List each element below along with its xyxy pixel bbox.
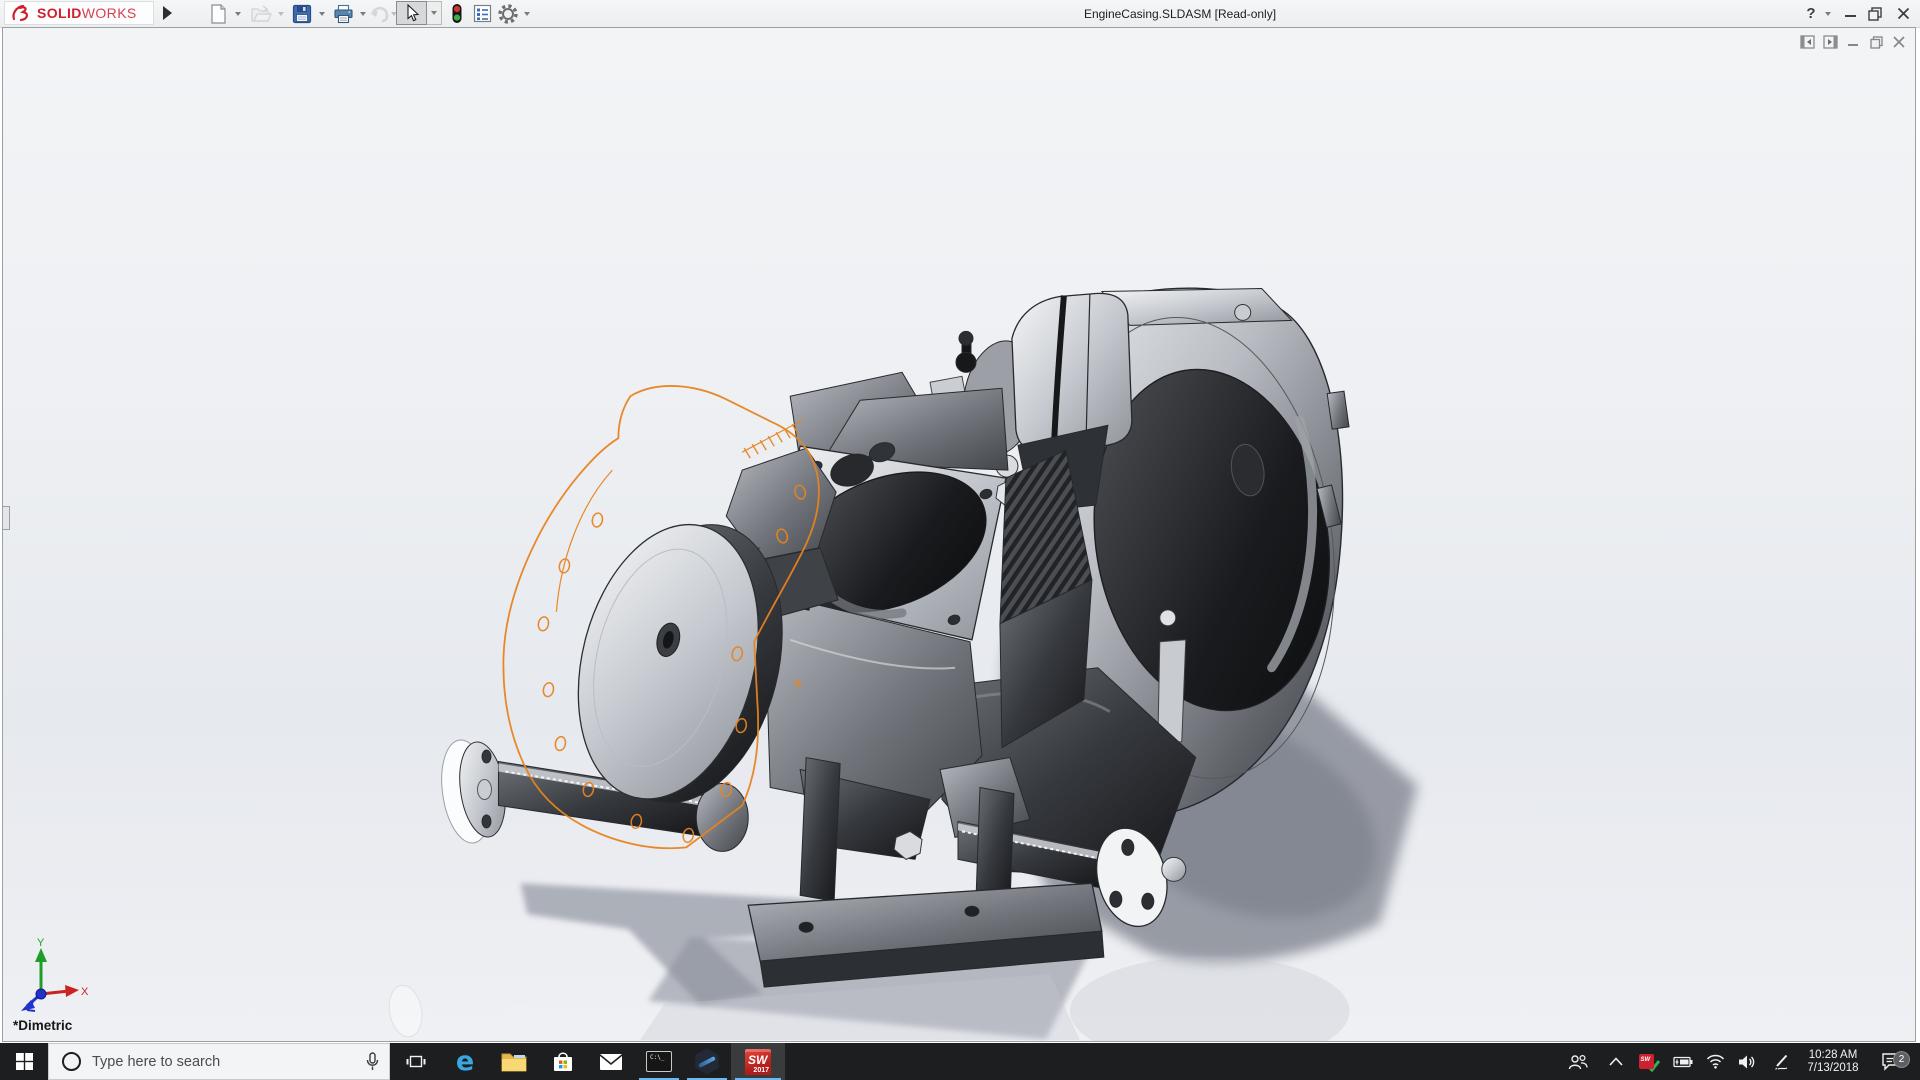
task-view-button[interactable] [392,1043,440,1080]
mail-icon [599,1053,623,1070]
battery-charging-icon [1673,1056,1693,1067]
new-document-button[interactable] [206,2,230,25]
pen-icon [1774,1054,1787,1070]
search-placeholder: Type here to search [92,1053,221,1070]
chevron-down-icon [235,11,241,16]
taskbar-app-edrawings[interactable] [683,1043,731,1080]
select-tool-button[interactable] [396,1,427,25]
solidworks-wordmark: SOLIDWORKS [37,5,137,21]
tray-overflow-button[interactable] [1602,1043,1630,1080]
options-dropdown[interactable] [521,2,533,25]
undo-arrow-icon [370,6,389,22]
taskbar-app-mail[interactable] [587,1043,635,1080]
viewport-3d[interactable]: Y X *Dimetric [2,27,1916,1042]
new-document-icon [210,3,226,24]
close-button[interactable] [1892,0,1914,27]
triad-y-label: Y [37,937,45,949]
properties-list-icon [473,4,491,23]
select-tool-dropdown[interactable] [427,1,442,25]
print-icon [333,4,353,23]
taskbar-app-solidworks[interactable]: SW 2017 [731,1043,785,1080]
chevron-up-icon [1609,1057,1623,1066]
help-button[interactable]: ? [1802,0,1820,27]
menu-flyout-arrow[interactable] [160,4,174,22]
print-button[interactable] [330,2,356,25]
new-document-dropdown[interactable] [232,2,244,25]
clock-time: 10:28 AM [1808,1048,1858,1061]
solidworks-logo: SOLIDWORKS [4,1,154,25]
titlebar: SOLIDWORKS EngineCasing.SLDASM [Read-onl… [0,0,1920,28]
cmd-icon: C:\_ [646,1051,672,1072]
chevron-down-icon [278,11,284,16]
properties-button[interactable] [470,2,494,25]
action-center-wrap: 2 [1881,1050,1910,1072]
chevron-down-icon [319,11,325,16]
wifi-tray[interactable] [1700,1043,1730,1080]
open-folder-icon [251,4,272,22]
taskbar-app-edge[interactable]: e [441,1043,489,1080]
store-icon [554,1051,572,1071]
volume-icon [1739,1055,1755,1068]
clock-date: 7/13/2018 [1807,1061,1859,1074]
engine-casing-model[interactable] [3,28,1915,1041]
cortana-icon [62,1052,81,1071]
task-view-icon [406,1055,426,1067]
taskbar-app-file-explorer[interactable] [490,1043,538,1080]
start-button[interactable] [0,1043,48,1080]
close-icon [1897,7,1909,20]
open-button[interactable] [248,2,274,25]
chevron-down-icon [1825,11,1831,16]
edge-icon: e [455,1046,475,1077]
file-explorer-icon [501,1053,527,1071]
help-dropdown[interactable] [1822,0,1834,27]
save-button[interactable] [289,2,315,25]
minimize-button[interactable] [1840,0,1860,27]
wifi-icon [1706,1054,1724,1069]
solidworks-monitor-tray[interactable]: SW [1634,1043,1664,1080]
people-button[interactable] [1562,1043,1594,1080]
action-center-button[interactable]: 2 [1872,1043,1912,1080]
notification-badge: 2 [1893,1050,1910,1068]
sw-tray-icon: SW [1638,1054,1654,1069]
hexagon-app-icon [695,1048,719,1075]
document-title: EngineCasing.SLDASM [Read-only] [1083,7,1277,21]
reference-triad: Y X [21,937,89,1012]
triad-x-label: X [81,986,89,998]
save-dropdown[interactable] [316,2,328,25]
windows-ink-tray[interactable] [1766,1043,1796,1080]
clock[interactable]: 10:28 AM 7/13/2018 [1798,1043,1868,1080]
gear-icon [498,3,518,24]
swish-mark [698,1055,716,1068]
taskbar-app-store[interactable] [539,1043,587,1080]
people-icon [1568,1054,1588,1069]
open-dropdown[interactable] [275,2,287,25]
select-cursor-icon [406,4,419,22]
taskbar-app-cmd[interactable]: C:\_ [635,1043,683,1080]
volume-tray[interactable] [1732,1043,1762,1080]
options-button[interactable] [496,2,520,25]
solidworks-logo-icon [12,4,28,22]
restore-icon [1868,6,1882,21]
save-floppy-icon [292,4,312,23]
minimize-icon [1844,15,1856,17]
microphone-icon[interactable] [366,1052,379,1072]
taskbar: Type here to search e C:\_ SW 2017 SW 10… [0,1043,1920,1080]
windows-logo-icon [15,1053,33,1070]
traffic-light-icon [452,4,462,23]
view-orientation-label: *Dimetric [13,1018,73,1033]
taskbar-search[interactable]: Type here to search [48,1043,390,1080]
solidworks-app-icon: SW 2017 [745,1048,771,1075]
restore-button[interactable] [1864,0,1886,27]
chevron-down-icon [431,11,437,15]
selection-filter-button[interactable] [446,2,468,25]
battery-tray[interactable] [1666,1043,1698,1080]
chevron-down-icon [524,11,530,16]
solidworks-window: SOLIDWORKS EngineCasing.SLDASM [Read-onl… [0,0,1920,1080]
